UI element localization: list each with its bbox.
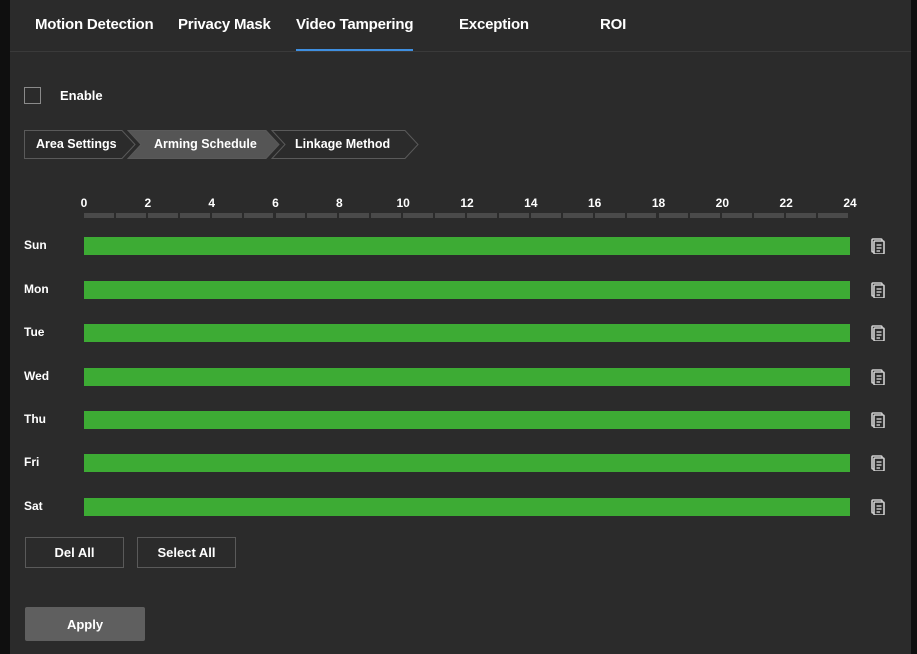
- hour-label: 18: [651, 196, 666, 210]
- day-label-sun: Sun: [24, 238, 47, 252]
- tab-roi[interactable]: ROI: [600, 16, 626, 33]
- ruler-segment: [147, 213, 178, 218]
- ruler-segment: [211, 213, 242, 218]
- select-all-button[interactable]: Select All: [137, 537, 236, 568]
- ruler-segment: [690, 213, 721, 218]
- step-linkage-method[interactable]: Linkage Method: [295, 137, 390, 151]
- schedule-bar-sat[interactable]: [84, 498, 850, 516]
- hour-label: 6: [272, 196, 279, 210]
- ruler-segment: [498, 213, 529, 218]
- schedule-bar-sun[interactable]: [84, 237, 850, 255]
- ruler-segment: [84, 213, 114, 218]
- window-right-border: [911, 0, 917, 654]
- ruler-segment: [179, 213, 210, 218]
- hour-label: 8: [335, 196, 343, 210]
- day-label-thu: Thu: [24, 412, 46, 426]
- schedule-bar-fri[interactable]: [84, 454, 850, 472]
- ruler-segment: [786, 213, 817, 218]
- tab-video-tampering[interactable]: Video Tampering: [296, 16, 414, 51]
- ruler-segment: [658, 213, 689, 218]
- schedule-bar-tue[interactable]: [84, 324, 850, 342]
- tab-exception[interactable]: Exception: [459, 16, 529, 33]
- copy-icon[interactable]: [871, 325, 885, 342]
- copy-icon[interactable]: [871, 369, 885, 386]
- step-arming-schedule[interactable]: Arming Schedule: [154, 137, 257, 151]
- hour-label: 0: [80, 196, 88, 210]
- copy-icon[interactable]: [871, 238, 885, 255]
- copy-icon[interactable]: [871, 455, 885, 472]
- ruler-segment: [275, 213, 306, 218]
- hour-label: 12: [460, 196, 474, 210]
- schedule-bar-wed[interactable]: [84, 368, 850, 386]
- hour-label: 22: [779, 196, 793, 210]
- ruler-segment: [722, 213, 753, 218]
- ruler-segment: [626, 213, 657, 218]
- enable-label: Enable: [60, 87, 103, 103]
- hour-ruler: [84, 213, 850, 218]
- ruler-segment: [467, 213, 497, 218]
- day-label-tue: Tue: [24, 325, 45, 339]
- day-label-sat: Sat: [24, 499, 43, 513]
- del-all-button[interactable]: Del All: [25, 537, 124, 568]
- ruler-segment: [243, 213, 274, 218]
- ruler-segment: [530, 213, 561, 218]
- ruler-segment: [562, 213, 593, 218]
- hour-label: 16: [587, 196, 602, 210]
- ruler-segment: [307, 213, 338, 218]
- hour-label: 14: [524, 196, 538, 210]
- ruler-segment: [754, 213, 785, 218]
- apply-button[interactable]: Apply: [25, 607, 145, 641]
- tab-motion-detection[interactable]: Motion Detection: [35, 16, 154, 33]
- ruler-segment: [339, 213, 370, 218]
- copy-icon[interactable]: [871, 412, 885, 429]
- step-area-settings[interactable]: Area Settings: [36, 137, 117, 151]
- window-left-border: [0, 0, 10, 654]
- hour-label: 20: [715, 196, 730, 210]
- enable-checkbox[interactable]: [24, 86, 41, 104]
- tab-bar: Motion Detection Privacy Mask Video Tamp…: [10, 0, 911, 52]
- schedule-bar-mon[interactable]: [84, 281, 850, 299]
- copy-icon[interactable]: [871, 282, 885, 299]
- ruler-segment: [435, 213, 465, 218]
- ruler-segment: [403, 213, 434, 218]
- tab-privacy-mask[interactable]: Privacy Mask: [178, 16, 271, 33]
- ruler-segment: [115, 213, 146, 218]
- schedule-bar-thu[interactable]: [84, 411, 850, 429]
- hour-label: 2: [144, 196, 152, 210]
- hour-label: 10: [396, 196, 410, 210]
- ruler-segment: [594, 213, 625, 218]
- hour-axis: 0 2 4 6 8 10 12 14 16 18 20 22 24: [0, 196, 917, 210]
- day-label-wed: Wed: [24, 369, 50, 383]
- ruler-segment: [818, 213, 848, 218]
- ruler-segment: [371, 213, 402, 218]
- copy-icon[interactable]: [871, 499, 885, 516]
- day-label-mon: Mon: [24, 282, 49, 296]
- hour-label: 4: [208, 196, 215, 210]
- enable-row: Enable: [24, 85, 103, 105]
- hour-label: 24: [843, 196, 857, 210]
- day-label-fri: Fri: [24, 455, 40, 469]
